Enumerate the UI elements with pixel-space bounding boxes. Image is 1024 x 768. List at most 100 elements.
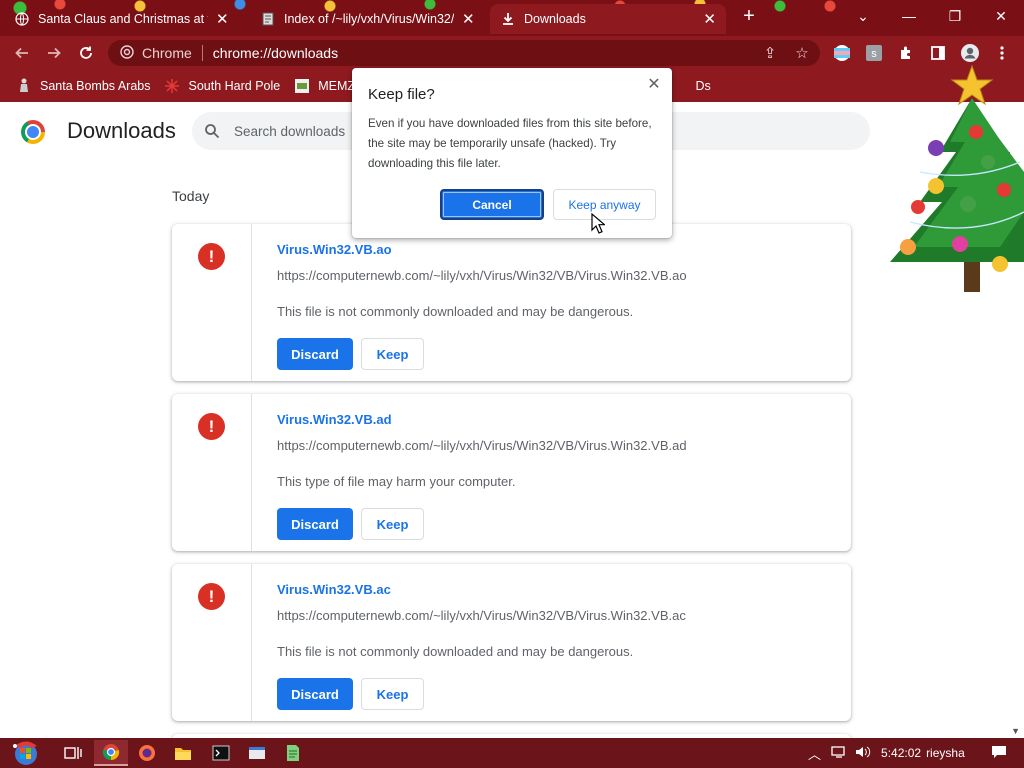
toolbar: Chrome chrome://downloads ⇪ ☆ s <box>0 36 1024 70</box>
keep-button[interactable]: Keep <box>361 338 424 370</box>
window-app-icon <box>249 747 265 759</box>
danger-warning-icon: ! <box>198 583 225 610</box>
bookmark-truncated[interactable]: Ds <box>696 79 711 93</box>
bookmark-star-icon[interactable]: ☆ <box>790 40 814 66</box>
action-center-notification-icon[interactable] <box>991 745 1007 762</box>
keep-button[interactable]: Keep <box>361 508 424 540</box>
side-panel-icon[interactable] <box>928 43 948 63</box>
minimize-button[interactable]: — <box>886 0 932 32</box>
back-arrow-icon <box>15 47 28 59</box>
dialog-message: Even if you have downloaded files from t… <box>368 117 652 170</box>
show-hidden-icons-chevron-icon[interactable]: ︿ <box>808 744 821 763</box>
danger-warning-icon: ! <box>198 243 225 270</box>
discard-button[interactable]: Discard <box>277 678 353 710</box>
download-item: ! Virus.Win32.VB.ad https://computernewb… <box>172 394 851 551</box>
tab-search-dropdown-icon[interactable]: ⌄ <box>840 0 886 32</box>
forward-button[interactable] <box>42 41 66 65</box>
christmas-tree-decoration-icon <box>890 64 1024 292</box>
tab-santa-claus[interactable]: Santa Claus and Christmas at the ✕ <box>4 4 239 34</box>
taskbar-chrome[interactable] <box>94 740 128 766</box>
discard-button[interactable]: Discard <box>277 508 353 540</box>
bookmark-label: South Hard Pole <box>188 79 281 93</box>
date-section-label: Today <box>172 188 210 204</box>
restore-button[interactable]: ❐ <box>932 0 978 32</box>
taskbar-file-explorer[interactable] <box>166 740 200 766</box>
cancel-button[interactable]: Cancel <box>440 189 544 220</box>
download-icon <box>500 11 516 27</box>
download-item: ! Virus.Win32.VB.ao https://computernewb… <box>172 224 851 381</box>
danger-description: This file is not commonly downloaded and… <box>277 644 634 659</box>
windows-taskbar: ︿ 5:42:02 rieysha <box>0 738 1024 768</box>
s-extension-icon[interactable]: s <box>864 43 884 63</box>
close-window-button[interactable]: ✕ <box>978 0 1024 32</box>
share-icon[interactable]: ⇪ <box>758 40 782 66</box>
download-icon-column: ! <box>172 394 252 551</box>
task-view-button[interactable] <box>56 740 90 766</box>
download-item: ! Virus.Win32.VB.ac https://computernewb… <box>172 564 851 721</box>
memz-favicon-icon <box>294 78 310 94</box>
page-title: Downloads <box>67 118 176 143</box>
bookmark-label: Ds <box>695 79 711 93</box>
santa-figure-icon <box>16 78 32 94</box>
reload-icon <box>80 46 92 59</box>
file-url[interactable]: https://computernewb.com/~lily/vxh/Virus… <box>277 608 686 623</box>
chrome-icon <box>102 744 120 761</box>
tab-close-icon[interactable]: ✕ <box>462 12 475 27</box>
svg-text:s: s <box>871 48 877 60</box>
file-name-link[interactable]: Virus.Win32.VB.ao <box>277 242 392 257</box>
danger-description: This file is not commonly downloaded and… <box>277 304 634 319</box>
omnibox-divider <box>201 45 203 61</box>
firefox-icon <box>139 745 155 761</box>
address-bar[interactable]: Chrome chrome://downloads ⇪ ☆ <box>108 40 820 66</box>
discard-button[interactable]: Discard <box>277 338 353 370</box>
taskbar-firefox[interactable] <box>130 740 164 766</box>
network-icon[interactable] <box>831 745 847 762</box>
tab-label: Index of /~lily/vxh/Virus/Win32/ <box>284 12 454 26</box>
back-button[interactable] <box>10 41 34 65</box>
start-button[interactable] <box>6 740 46 766</box>
forward-arrow-icon <box>48 47 61 59</box>
scroll-down-arrow-icon[interactable]: ▼ <box>1011 726 1020 736</box>
bookmark-santa-bombs-arabs[interactable]: Santa Bombs Arabs <box>16 78 150 94</box>
snowflake-icon <box>164 78 180 94</box>
danger-description: This type of file may harm your computer… <box>277 474 516 489</box>
file-url[interactable]: https://computernewb.com/~lily/vxh/Virus… <box>277 438 687 453</box>
dialog-title: Keep file? <box>368 86 435 103</box>
volume-icon[interactable] <box>855 745 871 762</box>
taskbar-notepad-app[interactable] <box>276 740 310 766</box>
tab-label: Downloads <box>524 12 586 26</box>
tab-close-icon[interactable]: ✕ <box>703 12 716 27</box>
file-name-link[interactable]: Virus.Win32.VB.ac <box>277 582 391 597</box>
tab-label: Santa Claus and Christmas at the <box>38 12 208 26</box>
taskbar-command-prompt[interactable] <box>204 740 238 766</box>
keep-file-dialog: Keep file? ✕ Even if you have downloaded… <box>352 68 672 238</box>
site-label: Chrome <box>142 45 192 61</box>
extensions-puzzle-icon[interactable] <box>896 43 916 63</box>
dialog-close-icon[interactable]: ✕ <box>644 74 664 94</box>
title-bar: Santa Claus and Christmas at the ✕ Index… <box>0 0 1024 36</box>
url-text: chrome://downloads <box>212 45 339 61</box>
file-url[interactable]: https://computernewb.com/~lily/vxh/Virus… <box>277 268 687 283</box>
windows-santa-start-icon <box>13 741 37 765</box>
task-view-icon <box>64 747 82 759</box>
reload-button[interactable] <box>74 41 98 65</box>
profile-avatar-icon[interactable] <box>960 43 980 63</box>
clock-time[interactable]: 5:42:02 <box>881 746 921 760</box>
search-icon <box>205 124 220 139</box>
chrome-site-icon <box>120 44 134 62</box>
profile-flag-extension-icon[interactable] <box>832 43 852 63</box>
file-name-link[interactable]: Virus.Win32.VB.ad <box>277 412 392 427</box>
keep-button[interactable]: Keep <box>361 678 424 710</box>
bookmark-label: Santa Bombs Arabs <box>40 79 151 93</box>
folder-page-icon <box>260 11 276 27</box>
tab-close-icon[interactable]: ✕ <box>216 12 229 27</box>
taskbar-window-app[interactable] <box>240 740 274 766</box>
tab-downloads[interactable]: Downloads ✕ <box>490 4 726 34</box>
menu-kebab-icon[interactable] <box>992 43 1012 63</box>
chrome-logo-icon <box>21 120 45 144</box>
tab-index-of-virus[interactable]: Index of /~lily/vxh/Virus/Win32/ ✕ <box>250 4 485 34</box>
download-icon-column: ! <box>172 224 252 381</box>
bookmark-south-hard-pole[interactable]: South Hard Pole <box>164 78 280 94</box>
new-tab-button[interactable]: + <box>738 6 760 28</box>
clock-user-text[interactable]: rieysha <box>926 746 965 760</box>
